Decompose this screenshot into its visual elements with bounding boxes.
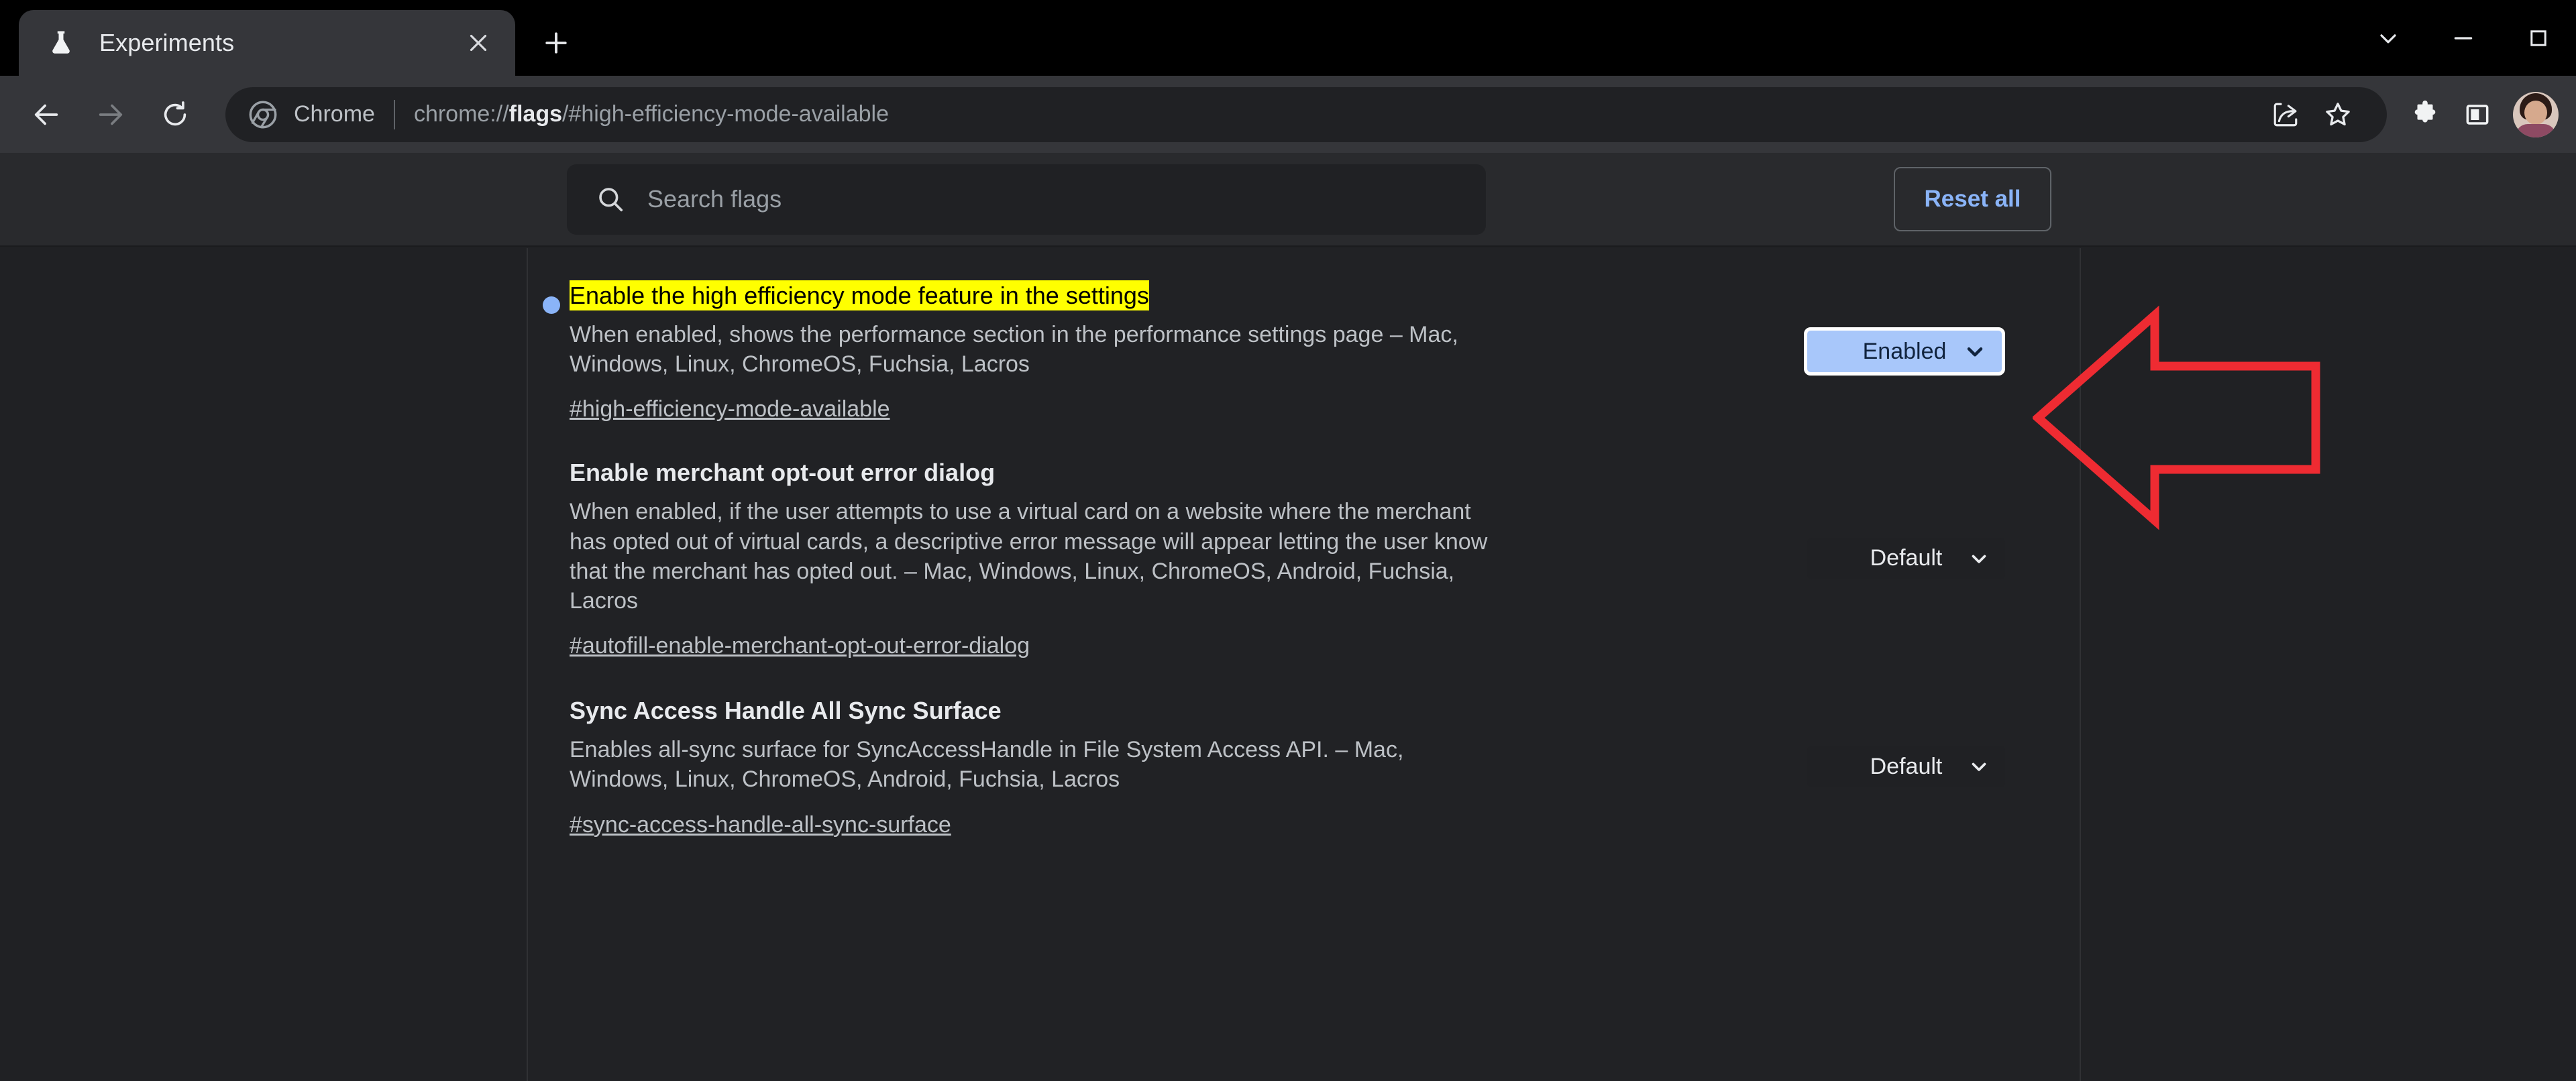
tab-search-button[interactable] <box>2351 0 2426 76</box>
flag-value-label: Default <box>1870 753 1943 779</box>
close-icon[interactable] <box>458 22 499 64</box>
search-input[interactable] <box>646 184 1458 214</box>
flag-title: Enable merchant opt-out error dialog <box>570 459 996 487</box>
minimize-button[interactable] <box>2426 0 2501 76</box>
new-tab-button[interactable] <box>530 17 582 69</box>
omnibox-actions <box>2259 89 2364 141</box>
flag-modified-indicator-cell <box>528 457 570 473</box>
flag-select-cell: Default <box>1710 537 2005 579</box>
avatar-body <box>2516 123 2556 137</box>
flag-value-label: Default <box>1870 545 1943 571</box>
chevron-down-icon <box>1963 339 1987 363</box>
flags-content-column: Enable the high efficiency mode feature … <box>527 248 2081 1081</box>
flag-value-dropdown[interactable]: Default <box>1807 746 2005 788</box>
chrome-logo-icon <box>248 100 278 129</box>
chevron-down-icon <box>1968 755 1990 778</box>
flag-value-dropdown[interactable]: Default <box>1807 537 2005 579</box>
tab-strip: Experiments <box>0 0 2576 76</box>
reset-all-button[interactable]: Reset all <box>1894 167 2051 231</box>
flags-page-header: Reset all <box>0 153 2576 247</box>
omnibox-separator <box>393 99 395 129</box>
window-controls <box>2351 0 2576 76</box>
flag-value-dropdown[interactable]: Enabled <box>1804 327 2005 376</box>
maximize-button[interactable] <box>2501 0 2576 76</box>
browser-toolbar: Chrome chrome://flags/#high-efficiency-m… <box>0 76 2576 153</box>
flag-permalink[interactable]: #autofill-enable-merchant-opt-out-error-… <box>570 633 1030 659</box>
flag-select-cell: Default <box>1710 746 2005 788</box>
forward-button[interactable] <box>82 86 140 144</box>
flag-permalink[interactable]: #high-efficiency-mode-available <box>570 396 890 422</box>
tab-title: Experiments <box>99 29 235 56</box>
bookmark-star-icon[interactable] <box>2312 89 2364 141</box>
flag-value-label: Enabled <box>1862 338 1947 364</box>
omnibox-url: chrome://flags/#high-efficiency-mode-ava… <box>414 101 2265 127</box>
flags-page: Reset all Enable the high efficiency mod… <box>0 153 2576 1081</box>
browser-window: Experiments Chrome chrome://flags/#high-… <box>0 0 2576 1081</box>
omnibox-scheme-label: Chrome <box>294 101 375 127</box>
share-icon[interactable] <box>2259 89 2312 141</box>
reload-button[interactable] <box>146 86 204 144</box>
flag-modified-indicator-cell <box>528 280 570 314</box>
browser-tab-experiments[interactable]: Experiments <box>19 10 515 76</box>
chevron-down-icon <box>1968 547 1990 570</box>
flask-icon <box>46 27 76 58</box>
omnibox-url-prefix: chrome:// <box>413 101 509 127</box>
omnibox-url-suffix: /#high-efficiency-mode-available <box>562 101 889 127</box>
omnibox-url-host: flags <box>508 101 563 127</box>
search-icon <box>595 184 626 215</box>
profile-avatar[interactable] <box>2513 91 2559 137</box>
flag-body: Sync Access Handle All Sync Surface Enab… <box>570 695 1710 838</box>
modified-dot-icon <box>543 296 560 314</box>
flag-entry: Enable merchant opt-out error dialog Whe… <box>528 457 2080 659</box>
address-bar[interactable]: Chrome chrome://flags/#high-efficiency-m… <box>225 87 2387 142</box>
flag-title: Sync Access Handle All Sync Surface <box>570 697 1002 725</box>
extensions-puzzle-icon[interactable] <box>2399 89 2451 141</box>
flag-entry: Enable the high efficiency mode feature … <box>528 280 2080 422</box>
flags-list: Enable the high efficiency mode feature … <box>528 248 2080 838</box>
side-panel-icon[interactable] <box>2451 89 2504 141</box>
flag-modified-indicator-cell <box>528 695 570 712</box>
flag-description: Enables all-sync surface for SyncAccessH… <box>570 737 1404 793</box>
flag-body: Enable merchant opt-out error dialog Whe… <box>570 457 1710 659</box>
flag-select-cell: Enabled <box>1710 327 2005 376</box>
flag-title: Enable the high efficiency mode feature … <box>570 280 1149 310</box>
flag-description: When enabled, if the user attempts to us… <box>570 499 1488 614</box>
back-button[interactable] <box>17 86 75 144</box>
flag-permalink[interactable]: #sync-access-handle-all-sync-surface <box>570 812 951 838</box>
avatar-face <box>2524 100 2547 125</box>
flag-entry: Sync Access Handle All Sync Surface Enab… <box>528 695 2080 838</box>
search-flags-box[interactable] <box>567 164 1486 235</box>
flag-description: When enabled, shows the performance sect… <box>570 322 1458 378</box>
flag-body: Enable the high efficiency mode feature … <box>570 280 1710 422</box>
